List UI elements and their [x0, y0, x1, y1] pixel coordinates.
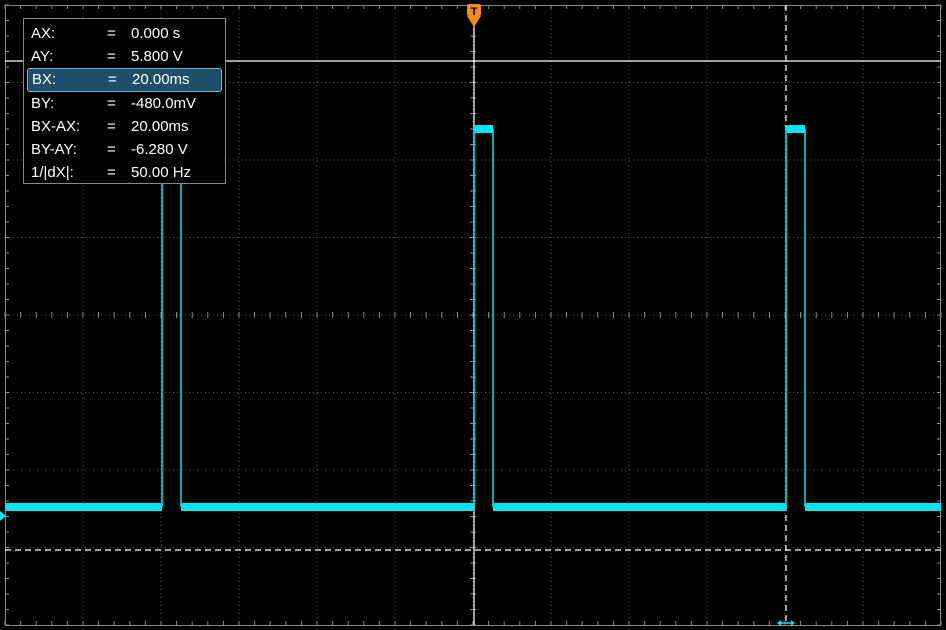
cursor-readout-row: AX: = 0.000 s	[27, 22, 222, 45]
cursor-readout-equals: =	[107, 164, 116, 182]
cursor-readout-value: 50.00 Hz	[131, 164, 192, 182]
cursor-readout-equals: =	[107, 94, 116, 112]
cursor-readout-value: -6.280 V	[131, 140, 188, 158]
trace-low-segment	[493, 503, 786, 511]
cursor-readout-value: -480.0mV	[131, 94, 197, 112]
cursor-readout-label: BY-AY:	[31, 140, 77, 158]
cursor-readout-equals: =	[107, 25, 116, 42]
cursor-readout-value: 20.00ms	[131, 117, 189, 135]
cursor-readout-value: 0.000 s	[131, 25, 181, 42]
trace-low-segment	[181, 503, 474, 511]
cursor-readout-equals: =	[107, 48, 116, 66]
cursor-readout-row: BX-AX: = 20.00ms	[27, 115, 222, 138]
cursor-readout-label: 1/|dX|:	[31, 164, 74, 182]
trace-low-segment	[5, 503, 162, 511]
cursor-readout-row: BY: = -480.0mV	[27, 92, 222, 115]
cursor-readout-label: BX:	[32, 71, 57, 89]
cursor-readout-equals: =	[107, 117, 116, 135]
cursor-readout-value: 20.00ms	[132, 71, 190, 89]
cursor-readout-label: AY:	[31, 48, 54, 66]
cursor-readout-row: AY: = 5.800 V	[27, 45, 222, 68]
svg-text:T: T	[471, 6, 478, 18]
cursor-readout-row[interactable]: BX: = 20.00ms	[27, 68, 222, 92]
oscilloscope-display[interactable]: T AX: = 0.000 s AY: = 5.800 V BX: = 20.00ms BY: = -…	[0, 0, 946, 630]
cursor-readout-label: BX-AX:	[31, 117, 81, 135]
trace-high-segment	[786, 125, 805, 133]
trace-low-segment	[805, 503, 941, 511]
cursor-readout-equals: =	[107, 140, 116, 158]
cursor-readout-equals: =	[108, 71, 117, 89]
cursor-readout-value: 5.800 V	[131, 48, 183, 66]
cursor-readout-label: BY:	[31, 94, 55, 112]
cursor-readout-row: BY-AY: = -6.280 V	[27, 138, 222, 161]
cursor-measurement-panel: AX: = 0.000 s AY: = 5.800 V BX: = 20.00ms BY: = -48…	[23, 18, 226, 184]
cursor-readout-row: 1/|dX|: = 50.00 Hz	[27, 161, 222, 184]
cursor-readout-label: AX:	[31, 25, 56, 42]
trace-high-segment	[474, 125, 493, 133]
